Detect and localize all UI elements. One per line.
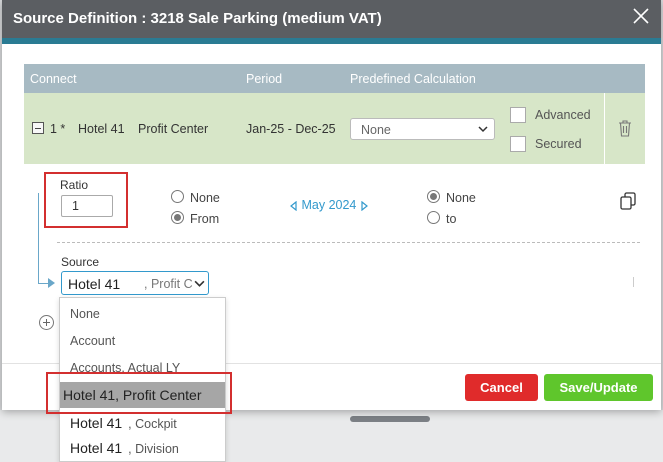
- from-none-radio[interactable]: [171, 190, 184, 203]
- tree-connector-branch: [38, 283, 48, 284]
- collapse-toggle[interactable]: [32, 122, 44, 134]
- chevron-left-icon[interactable]: [289, 200, 298, 211]
- to-label: to: [446, 212, 457, 226]
- source-select-value-rest: , Profit C: [144, 277, 193, 291]
- header-predefined-calculation: Predefined Calculation: [350, 72, 476, 86]
- from-label: From: [190, 212, 220, 226]
- dropdown-option-none[interactable]: None: [60, 301, 225, 327]
- advanced-label: Advanced: [535, 108, 591, 122]
- cancel-button[interactable]: Cancel: [465, 374, 538, 401]
- dropdown-option-label: Hotel 41 , Cockpit: [70, 415, 177, 431]
- accent-bar: [2, 38, 661, 44]
- copy-icon[interactable]: [620, 192, 636, 210]
- dialog-title: Source Definition : 3218 Sale Parking (m…: [13, 10, 382, 27]
- secured-label: Secured: [535, 137, 582, 151]
- to-none-radio[interactable]: [427, 190, 440, 203]
- chevron-right-icon[interactable]: [360, 200, 369, 211]
- row-divider: [604, 93, 605, 164]
- to-none-label: None: [446, 191, 476, 205]
- predefined-calculation-select[interactable]: None: [350, 118, 495, 140]
- dialog-titlebar: Source Definition : 3218 Sale Parking (m…: [2, 0, 661, 38]
- tree-connector: [38, 193, 39, 283]
- advanced-checkbox[interactable]: [510, 107, 526, 123]
- predefined-calculation-value: None: [361, 123, 391, 137]
- field-marker: [633, 277, 634, 287]
- highlight-box-ratio: [44, 172, 128, 228]
- trash-icon[interactable]: [618, 120, 632, 137]
- source-label: Source: [61, 255, 100, 269]
- to-radio[interactable]: [427, 211, 440, 224]
- row-index: 1 *: [50, 122, 66, 136]
- table-row: 1 * Hotel 41 Profit Center Jan-25 - Dec-…: [24, 93, 645, 164]
- row-division: Profit Center: [138, 122, 209, 136]
- save-update-button[interactable]: Save/Update: [544, 374, 653, 401]
- dropdown-option-prefix: Hotel 41: [70, 415, 123, 431]
- dropdown-option-hotel-division[interactable]: Hotel 41 , Division: [60, 434, 225, 460]
- dropdown-option-account[interactable]: Account: [60, 328, 225, 354]
- background-scrollbar: [350, 416, 430, 422]
- section-divider: [57, 242, 640, 243]
- header-connect: Connect: [30, 72, 77, 86]
- tree-arrow-icon: [48, 278, 55, 288]
- chevron-down-icon: [478, 126, 488, 133]
- dropdown-option-label: Hotel 41 , Division: [70, 440, 179, 456]
- dropdown-option-label: Account: [70, 334, 116, 348]
- dropdown-option-label: None: [70, 307, 100, 321]
- source-select[interactable]: Hotel 41 , Profit C: [61, 271, 209, 295]
- row-period: Jan-25 - Dec-25: [246, 122, 336, 136]
- from-radio[interactable]: [171, 211, 184, 224]
- source-select-value: Hotel 41: [68, 276, 121, 292]
- dropdown-option-suffix: , Cockpit: [128, 417, 177, 431]
- chevron-down-icon: [194, 280, 205, 287]
- row-hotel: Hotel 41: [78, 122, 125, 136]
- table-header: Connect Period Predefined Calculation: [24, 64, 645, 93]
- dropdown-option-prefix: Hotel 41: [70, 440, 123, 456]
- highlight-box-selected-option: [46, 372, 232, 414]
- header-period: Period: [246, 72, 283, 86]
- period-navigator: May 2024: [289, 198, 369, 212]
- close-icon[interactable]: [631, 6, 651, 26]
- dropdown-option-suffix: , Division: [128, 442, 179, 456]
- period-label[interactable]: May 2024: [301, 198, 356, 212]
- secured-checkbox[interactable]: [510, 136, 526, 152]
- add-icon[interactable]: [39, 315, 54, 330]
- from-none-label: None: [190, 191, 220, 205]
